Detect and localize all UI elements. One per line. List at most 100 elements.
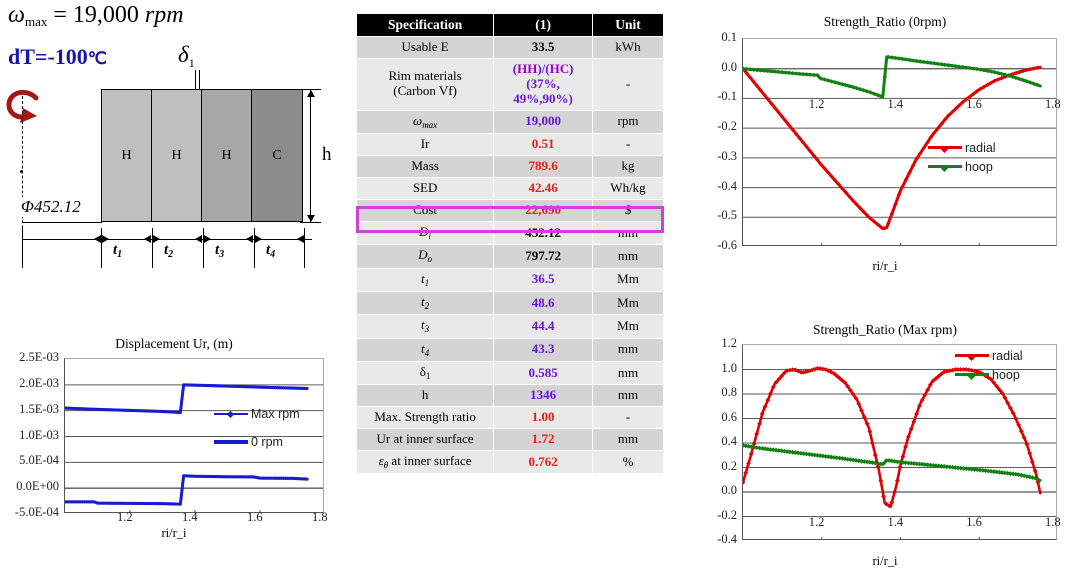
rim-block-2-label: H bbox=[171, 147, 182, 163]
y-tick-label: 0.2 bbox=[721, 458, 737, 473]
cell-value: 1.00 bbox=[493, 406, 593, 430]
table-row: ωmax 19,000 rpm bbox=[355, 109, 664, 135]
rim-block-1-label: H bbox=[121, 147, 132, 163]
cell-value: 22,690 bbox=[493, 198, 593, 222]
header-specification: Specification bbox=[355, 13, 495, 37]
chart-strength-ratio-max-rpm: Strength_Ratio (Max rpm) 1.2 1.0 0.8 0.6 0.4… bbox=[700, 322, 1070, 584]
x-axis-caption: ri/r_i bbox=[872, 554, 898, 568]
t3-arrow-left bbox=[204, 235, 211, 243]
thickness-tick-0 bbox=[22, 228, 23, 268]
table-row: Rim materials (Carbon Vf) (HH)/(HC) (37%, 4… bbox=[355, 57, 664, 111]
cell-spec: t3 bbox=[355, 314, 495, 339]
y-tick-label: 1.2 bbox=[721, 336, 737, 350]
delta-temperature-label: dT=-100℃ bbox=[8, 44, 107, 70]
legend-label-hoop: hoop bbox=[965, 159, 993, 174]
t4-arrow-right bbox=[297, 235, 304, 243]
legend-label-radial: radial bbox=[992, 348, 1023, 363]
t3-sub: 3 bbox=[219, 249, 225, 260]
chart-title: Displacement Ur, (m) bbox=[115, 336, 233, 351]
dt-text: dT=-100 bbox=[8, 44, 88, 69]
plot-svg bbox=[743, 54, 1056, 245]
thickness-tick-3 bbox=[203, 228, 204, 268]
y-tick-label: 0.0 bbox=[721, 483, 737, 497]
rim-block-2: H bbox=[152, 90, 202, 221]
t2-sub: 2 bbox=[168, 249, 174, 260]
legend-swatch-radial bbox=[928, 145, 962, 153]
cell-unit: Mm bbox=[592, 267, 664, 292]
specification-table: Specification (1) Unit Usable E 33.5 kWh… bbox=[355, 13, 664, 475]
cell-unit: mm bbox=[592, 244, 664, 269]
cell-spec: Rim materials (Carbon Vf) bbox=[355, 57, 495, 111]
table-row: Do 797.72 mm bbox=[355, 244, 664, 269]
rim-layer-blocks: H H H C bbox=[101, 89, 303, 222]
cell-value: (HH)/(HC) (37%, 49%,90%) bbox=[493, 57, 593, 111]
x-tick-label: 1.8 bbox=[1045, 96, 1061, 111]
x-axis-caption: ri/r_i bbox=[872, 259, 898, 273]
inner-diameter-label: Φ452.12 bbox=[20, 197, 82, 217]
x-tick-label: 1.4 bbox=[887, 96, 904, 111]
cell-value: 36.5 bbox=[493, 267, 593, 292]
cell-unit: % bbox=[592, 450, 664, 475]
dt-unit: ℃ bbox=[87, 49, 107, 68]
delta1-symbol-label: δ1 bbox=[178, 42, 195, 71]
cell-unit: Mm bbox=[592, 290, 664, 316]
cell-value: 44.4 bbox=[493, 314, 593, 339]
table-row: Usable E 33.5 kWh bbox=[355, 36, 664, 59]
table-row: Ir 0.51 - bbox=[355, 133, 664, 157]
chart-legend: Max rpm 0 rpm bbox=[214, 404, 300, 451]
x-tick-label: 1.6 bbox=[966, 514, 982, 529]
y-tick-label: -0.3 bbox=[717, 148, 737, 163]
thickness-tick-1 bbox=[101, 228, 102, 268]
table-row-sed: SED 42.46 Wh/kg bbox=[355, 176, 664, 200]
y-tick-label: -0.2 bbox=[717, 507, 737, 522]
cell-spec: ωmax bbox=[355, 109, 495, 135]
y-tick-label: 1.0E-03 bbox=[19, 427, 59, 442]
cell-value: 19,000 bbox=[493, 109, 593, 135]
legend-swatch-hoop bbox=[928, 164, 962, 172]
x-tick-label: 1.2 bbox=[808, 514, 825, 529]
cell-unit: Mm bbox=[592, 314, 664, 339]
cell-unit: Wh/kg bbox=[592, 176, 664, 200]
cell-value: 43.3 bbox=[493, 337, 593, 362]
cell-spec: t4 bbox=[355, 337, 495, 362]
y-tick-label: -0.6 bbox=[717, 238, 737, 252]
cell-spec: SED bbox=[355, 176, 495, 200]
cell-value: 33.5 bbox=[493, 36, 593, 59]
y-tick-label: 0.6 bbox=[721, 409, 737, 424]
thickness-label-2: t2 bbox=[164, 242, 173, 260]
x-tick-label: 1.8 bbox=[312, 509, 328, 524]
legend-swatch-max-rpm bbox=[214, 410, 248, 419]
rim-block-4-label: C bbox=[272, 147, 282, 163]
delta1-gap-ticks bbox=[193, 70, 202, 90]
cell-unit: mm bbox=[592, 337, 664, 362]
thickness-tick-2 bbox=[152, 228, 153, 268]
legend-label-0-rpm: 0 rpm bbox=[251, 434, 283, 449]
cell-unit: mm bbox=[592, 360, 664, 386]
legend-item-max-rpm: Max rpm bbox=[214, 404, 300, 423]
y-tick-label: -0.1 bbox=[717, 89, 737, 104]
t1-sub: 1 bbox=[117, 249, 123, 260]
y-tick-label: -0.4 bbox=[717, 178, 737, 193]
series-lines bbox=[743, 365, 1042, 509]
cell-spec: t2 bbox=[355, 290, 495, 316]
y-tick-label: -5.0E-04 bbox=[14, 505, 59, 519]
x-tick-label: 1.6 bbox=[966, 96, 982, 111]
height-label: h bbox=[322, 144, 332, 165]
table-row: t2 48.6 Mm bbox=[355, 290, 664, 316]
chart-title: Strength_Ratio (Max rpm) bbox=[813, 322, 957, 337]
cell-spec: h bbox=[355, 384, 495, 408]
height-cap-bottom bbox=[300, 222, 321, 223]
t1-arrow-right bbox=[144, 235, 151, 243]
x-tick-label: 1.4 bbox=[182, 509, 198, 524]
x-tick-label: 1.2 bbox=[808, 96, 825, 111]
cell-unit: $ bbox=[592, 198, 664, 222]
cell-unit: mm bbox=[592, 428, 664, 452]
omega-unit: rpm bbox=[144, 2, 184, 28]
chart-title: Strength_Ratio (0rpm) bbox=[823, 14, 947, 29]
cell-unit: kg bbox=[592, 155, 664, 178]
cell-unit: mm bbox=[592, 220, 664, 246]
cell-value: 1.72 bbox=[493, 428, 593, 452]
height-arrow-down bbox=[307, 215, 315, 222]
rim-block-3: H bbox=[202, 90, 252, 221]
table-row: t4 43.3 mm bbox=[355, 337, 664, 362]
